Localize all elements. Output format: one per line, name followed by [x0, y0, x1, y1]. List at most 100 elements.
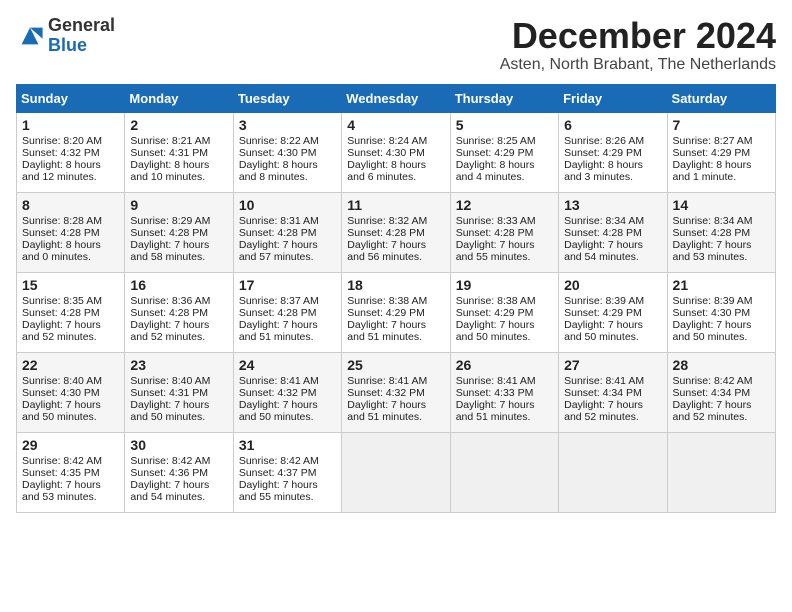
daylight-text: Daylight: 8 hours and 1 minute. [673, 159, 752, 183]
sunrise-text: Sunrise: 8:39 AM [673, 295, 753, 307]
sunset-text: Sunset: 4:37 PM [239, 467, 317, 479]
sunset-text: Sunset: 4:28 PM [130, 227, 208, 239]
title-section: December 2024 Asten, North Brabant, The … [500, 16, 776, 74]
day-cell-15: 15Sunrise: 8:35 AMSunset: 4:28 PMDayligh… [17, 272, 125, 352]
daylight-text: Daylight: 7 hours and 53 minutes. [673, 239, 752, 263]
sunset-text: Sunset: 4:32 PM [239, 387, 317, 399]
day-cell-12: 12Sunrise: 8:33 AMSunset: 4:28 PMDayligh… [450, 192, 558, 272]
day-cell-4: 4Sunrise: 8:24 AMSunset: 4:30 PMDaylight… [342, 112, 450, 192]
sunset-text: Sunset: 4:30 PM [239, 147, 317, 159]
day-cell-25: 25Sunrise: 8:41 AMSunset: 4:32 PMDayligh… [342, 352, 450, 432]
day-number: 3 [239, 117, 336, 133]
day-number: 27 [564, 357, 661, 373]
daylight-text: Daylight: 7 hours and 50 minutes. [456, 319, 535, 343]
sunrise-text: Sunrise: 8:33 AM [456, 215, 536, 227]
day-number: 9 [130, 197, 227, 213]
daylight-text: Daylight: 7 hours and 57 minutes. [239, 239, 318, 263]
day-number: 29 [22, 437, 119, 453]
sunrise-text: Sunrise: 8:31 AM [239, 215, 319, 227]
daylight-text: Daylight: 7 hours and 50 minutes. [22, 399, 101, 423]
day-number: 7 [673, 117, 770, 133]
day-number: 24 [239, 357, 336, 373]
day-number: 1 [22, 117, 119, 133]
sunrise-text: Sunrise: 8:27 AM [673, 135, 753, 147]
sunrise-text: Sunrise: 8:42 AM [239, 455, 319, 467]
day-number: 15 [22, 277, 119, 293]
calendar-week-2: 8Sunrise: 8:28 AMSunset: 4:28 PMDaylight… [17, 192, 776, 272]
sunset-text: Sunset: 4:30 PM [22, 387, 100, 399]
sunrise-text: Sunrise: 8:38 AM [456, 295, 536, 307]
daylight-text: Daylight: 8 hours and 6 minutes. [347, 159, 426, 183]
day-cell-20: 20Sunrise: 8:39 AMSunset: 4:29 PMDayligh… [559, 272, 667, 352]
sunset-text: Sunset: 4:28 PM [22, 307, 100, 319]
daylight-text: Daylight: 7 hours and 53 minutes. [22, 479, 101, 503]
day-number: 30 [130, 437, 227, 453]
day-number: 21 [673, 277, 770, 293]
day-number: 23 [130, 357, 227, 373]
sunrise-text: Sunrise: 8:41 AM [239, 375, 319, 387]
daylight-text: Daylight: 8 hours and 0 minutes. [22, 239, 101, 263]
day-cell-22: 22Sunrise: 8:40 AMSunset: 4:30 PMDayligh… [17, 352, 125, 432]
sunset-text: Sunset: 4:32 PM [22, 147, 100, 159]
day-cell-13: 13Sunrise: 8:34 AMSunset: 4:28 PMDayligh… [559, 192, 667, 272]
header-saturday: Saturday [667, 84, 775, 112]
day-cell-7: 7Sunrise: 8:27 AMSunset: 4:29 PMDaylight… [667, 112, 775, 192]
sunrise-text: Sunrise: 8:32 AM [347, 215, 427, 227]
sunset-text: Sunset: 4:33 PM [456, 387, 534, 399]
daylight-text: Daylight: 7 hours and 50 minutes. [673, 319, 752, 343]
daylight-text: Daylight: 8 hours and 12 minutes. [22, 159, 101, 183]
sunset-text: Sunset: 4:30 PM [347, 147, 425, 159]
sunrise-text: Sunrise: 8:41 AM [347, 375, 427, 387]
sunset-text: Sunset: 4:29 PM [564, 147, 642, 159]
day-number: 11 [347, 197, 444, 213]
sunrise-text: Sunrise: 8:34 AM [564, 215, 644, 227]
header-friday: Friday [559, 84, 667, 112]
day-number: 14 [673, 197, 770, 213]
day-cell-28: 28Sunrise: 8:42 AMSunset: 4:34 PMDayligh… [667, 352, 775, 432]
daylight-text: Daylight: 7 hours and 51 minutes. [456, 399, 535, 423]
calendar-table: Sunday Monday Tuesday Wednesday Thursday… [16, 84, 776, 513]
sunrise-text: Sunrise: 8:22 AM [239, 135, 319, 147]
daylight-text: Daylight: 7 hours and 52 minutes. [130, 319, 209, 343]
daylight-text: Daylight: 7 hours and 54 minutes. [564, 239, 643, 263]
sunset-text: Sunset: 4:32 PM [347, 387, 425, 399]
month-title: December 2024 [500, 16, 776, 56]
day-cell-21: 21Sunrise: 8:39 AMSunset: 4:30 PMDayligh… [667, 272, 775, 352]
day-number: 10 [239, 197, 336, 213]
day-number: 2 [130, 117, 227, 133]
day-cell-5: 5Sunrise: 8:25 AMSunset: 4:29 PMDaylight… [450, 112, 558, 192]
day-cell-16: 16Sunrise: 8:36 AMSunset: 4:28 PMDayligh… [125, 272, 233, 352]
header-monday: Monday [125, 84, 233, 112]
location-subtitle: Asten, North Brabant, The Netherlands [500, 56, 776, 74]
day-number: 6 [564, 117, 661, 133]
header-thursday: Thursday [450, 84, 558, 112]
sunset-text: Sunset: 4:36 PM [130, 467, 208, 479]
sunrise-text: Sunrise: 8:41 AM [564, 375, 644, 387]
sunrise-text: Sunrise: 8:24 AM [347, 135, 427, 147]
daylight-text: Daylight: 7 hours and 52 minutes. [22, 319, 101, 343]
daylight-text: Daylight: 8 hours and 4 minutes. [456, 159, 535, 183]
sunset-text: Sunset: 4:28 PM [22, 227, 100, 239]
empty-cell [450, 432, 558, 512]
calendar-week-1: 1Sunrise: 8:20 AMSunset: 4:32 PMDaylight… [17, 112, 776, 192]
logo-icon [16, 22, 44, 50]
day-cell-29: 29Sunrise: 8:42 AMSunset: 4:35 PMDayligh… [17, 432, 125, 512]
sunrise-text: Sunrise: 8:40 AM [130, 375, 210, 387]
day-cell-24: 24Sunrise: 8:41 AMSunset: 4:32 PMDayligh… [233, 352, 341, 432]
day-number: 5 [456, 117, 553, 133]
day-number: 19 [456, 277, 553, 293]
sunset-text: Sunset: 4:34 PM [564, 387, 642, 399]
day-number: 22 [22, 357, 119, 373]
day-cell-17: 17Sunrise: 8:37 AMSunset: 4:28 PMDayligh… [233, 272, 341, 352]
sunset-text: Sunset: 4:28 PM [456, 227, 534, 239]
day-number: 31 [239, 437, 336, 453]
sunset-text: Sunset: 4:31 PM [130, 387, 208, 399]
empty-cell [342, 432, 450, 512]
empty-cell [559, 432, 667, 512]
daylight-text: Daylight: 7 hours and 50 minutes. [130, 399, 209, 423]
sunset-text: Sunset: 4:29 PM [564, 307, 642, 319]
day-number: 20 [564, 277, 661, 293]
sunset-text: Sunset: 4:28 PM [239, 227, 317, 239]
header-tuesday: Tuesday [233, 84, 341, 112]
page-header: General Blue December 2024 Asten, North … [16, 16, 776, 74]
